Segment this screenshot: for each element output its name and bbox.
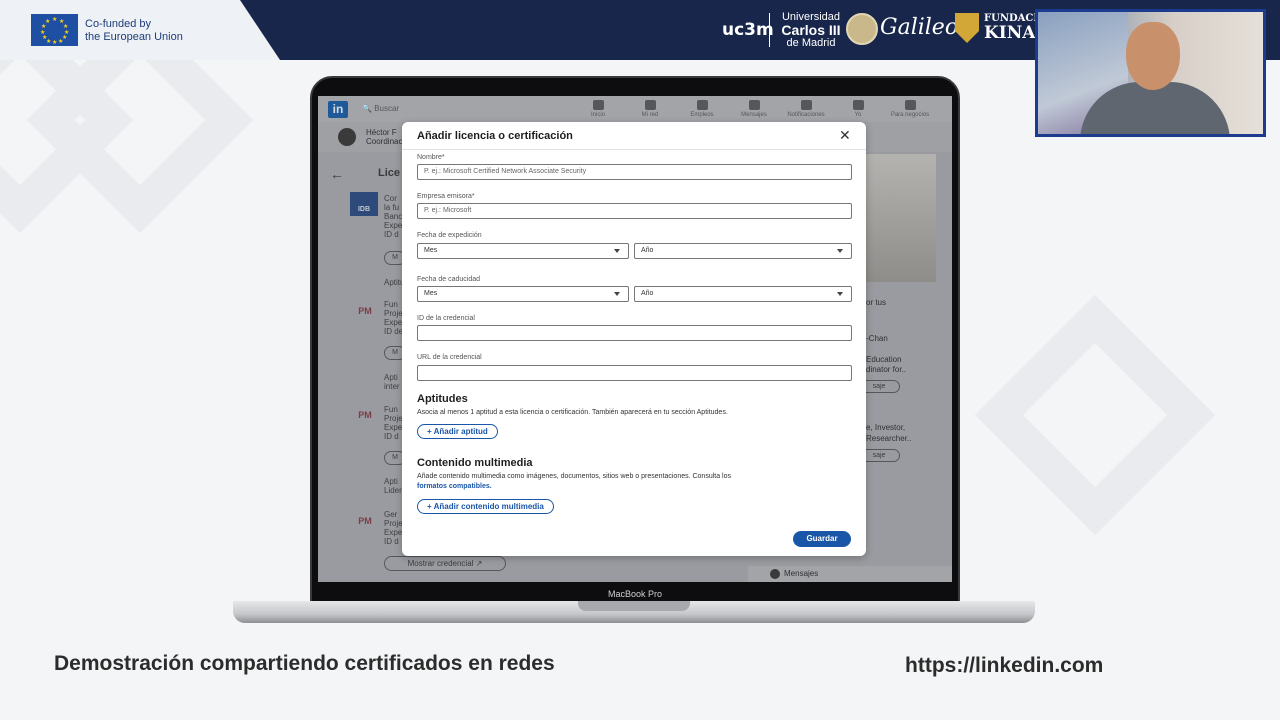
aptitudes-label: Apti inter bbox=[384, 373, 400, 391]
laptop-screen: in 🔍 Buscar Inicio Mi red Empleos Mensaj… bbox=[318, 96, 952, 582]
logo-divider bbox=[769, 13, 770, 47]
nav-inicio[interactable]: Inicio bbox=[578, 100, 618, 118]
caducidad-anio-select[interactable]: Año bbox=[634, 286, 852, 302]
multimedia-description: Añade contenido multimedia como imágenes… bbox=[417, 473, 732, 490]
save-button[interactable]: Guardar bbox=[793, 531, 851, 547]
linkedin-logo-icon[interactable]: in bbox=[328, 101, 348, 118]
pmi-logo: PM bbox=[358, 306, 372, 316]
expedicion-anio-select[interactable]: Año bbox=[634, 243, 852, 259]
chevron-down-icon bbox=[614, 292, 620, 296]
back-arrow-icon[interactable]: ← bbox=[330, 166, 344, 182]
chevron-down-icon bbox=[614, 249, 620, 253]
eu-cofunded-text: Co-funded by the European Union bbox=[85, 18, 183, 43]
add-certification-modal: Añadir licencia o certificación ✕ Nombre… bbox=[402, 122, 866, 556]
linkedin-nav-items: Inicio Mi red Empleos Mensajes Notificac… bbox=[578, 100, 930, 118]
linkedin-search[interactable]: 🔍 Buscar bbox=[362, 104, 399, 113]
licenses-heading: Lice bbox=[378, 167, 401, 179]
chevron-down-icon bbox=[837, 249, 843, 253]
add-aptitud-button[interactable]: + Añadir aptitud bbox=[417, 424, 498, 439]
license-entry[interactable]: Fun Proje Expe ID de bbox=[384, 300, 403, 336]
caducidad-mes-select[interactable]: Mes bbox=[417, 286, 629, 302]
modal-divider bbox=[402, 149, 866, 150]
uc3m-logo: uc3m bbox=[722, 20, 774, 40]
device-label: MacBook Pro bbox=[607, 589, 663, 599]
idb-logo: IDB bbox=[350, 192, 378, 216]
nav-empleos[interactable]: Empleos bbox=[682, 100, 722, 118]
right-rail-text: dinator for.. bbox=[866, 365, 907, 374]
nav-mensajes[interactable]: Mensajes bbox=[734, 100, 774, 118]
caducidad-label: Fecha de caducidad bbox=[417, 276, 481, 283]
license-entry[interactable]: Cor la fu Banc Expe ID d bbox=[384, 194, 402, 239]
messaging-bar[interactable]: Mensajes bbox=[748, 566, 952, 582]
license-entry[interactable]: Fun Proje Expe ID d bbox=[384, 405, 403, 441]
pmi-logo: PM bbox=[358, 410, 372, 420]
credential-url-input[interactable] bbox=[417, 365, 852, 381]
formatos-compatibles-link[interactable]: formatos compatibles. bbox=[417, 483, 492, 490]
aptitudes-label: Apti Lider bbox=[384, 477, 402, 495]
background-chevron bbox=[974, 294, 1216, 536]
pmi-logo: PM bbox=[358, 516, 372, 526]
presenter-webcam bbox=[1035, 9, 1266, 137]
university-name: Universidad Carlos III de Madrid bbox=[781, 11, 841, 49]
right-rail-text: Researcher.. bbox=[866, 434, 912, 443]
laptop-notch bbox=[578, 601, 690, 611]
right-rail-text: -Chan bbox=[866, 334, 888, 343]
avatar bbox=[770, 569, 780, 579]
nav-yo[interactable]: Yo bbox=[838, 100, 878, 118]
aptitudes-description: Asocia al menos 1 aptitud a esta licenci… bbox=[417, 409, 728, 416]
expedicion-mes-select[interactable]: Mes bbox=[417, 243, 629, 259]
credential-id-label: ID de la credencial bbox=[417, 315, 475, 322]
credential-id-input[interactable] bbox=[417, 325, 852, 341]
avatar[interactable] bbox=[338, 128, 356, 146]
galileo-logo: Galileo bbox=[880, 15, 959, 40]
linkedin-navbar: in 🔍 Buscar Inicio Mi red Empleos Mensaj… bbox=[318, 96, 952, 122]
empresa-input[interactable]: P. ej.: Microsoft bbox=[417, 203, 852, 219]
nav-notificaciones[interactable]: Notificaciones bbox=[786, 100, 826, 118]
galileo-seal-icon bbox=[846, 13, 878, 45]
nombre-input[interactable]: P. ej.: Microsoft Certified Network Asso… bbox=[417, 164, 852, 180]
license-entry[interactable]: Ger Proje Expe ID d bbox=[384, 510, 403, 546]
profile-name: Héctor F Coordinac bbox=[366, 128, 403, 146]
add-multimedia-button[interactable]: + Añadir contenido multimedia bbox=[417, 499, 554, 514]
slide-caption: Demostración compartiendo certificados e… bbox=[54, 652, 555, 675]
right-rail-text: Education bbox=[866, 355, 902, 364]
right-rail-text: e, Investor, bbox=[866, 423, 906, 432]
show-credential-button[interactable]: Mostrar credencial ↗ bbox=[384, 556, 506, 571]
aptitudes-heading: Aptitudes bbox=[417, 393, 468, 405]
close-icon[interactable]: ✕ bbox=[839, 128, 851, 142]
nav-para-negocios[interactable]: Para negocios bbox=[890, 100, 930, 118]
nav-mi-red[interactable]: Mi red bbox=[630, 100, 670, 118]
credential-url-label: URL de la credencial bbox=[417, 354, 482, 361]
multimedia-heading: Contenido multimedia bbox=[417, 457, 533, 469]
nombre-label: Nombre* bbox=[417, 154, 445, 161]
presenter-head bbox=[1126, 22, 1180, 90]
eu-flag-icon: ★ ★ ★ ★ ★ ★ ★ ★ ★ ★ ★ ★ bbox=[31, 14, 78, 46]
modal-title: Añadir licencia o certificación bbox=[417, 130, 573, 142]
ad-image bbox=[858, 154, 936, 282]
expedicion-label: Fecha de expedición bbox=[417, 232, 482, 239]
empresa-label: Empresa emisora* bbox=[417, 193, 475, 200]
right-rail-text: or tus bbox=[866, 298, 887, 307]
slide-url: https://linkedin.com bbox=[905, 654, 1104, 677]
chevron-down-icon bbox=[837, 292, 843, 296]
